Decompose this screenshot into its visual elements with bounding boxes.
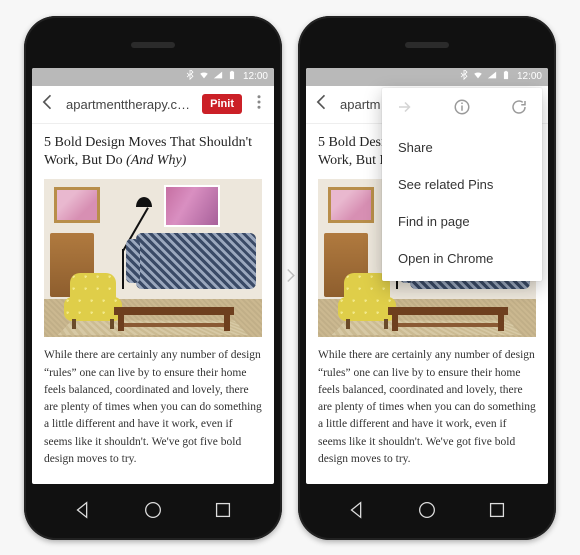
article-body: While there are certainly any number of … — [44, 347, 262, 468]
back-button[interactable] — [312, 92, 332, 117]
wifi-icon — [199, 70, 209, 83]
menu-item-related-pins[interactable]: See related Pins — [382, 166, 542, 203]
battery-icon — [501, 70, 511, 83]
nav-back-icon[interactable] — [346, 499, 368, 526]
menu-item-find-in-page[interactable]: Find in page — [382, 203, 542, 240]
back-button[interactable] — [38, 92, 58, 117]
wifi-icon — [473, 70, 483, 83]
chevron-right-icon — [281, 266, 299, 289]
status-time: 12:00 — [243, 71, 268, 82]
nav-recent-icon[interactable] — [486, 499, 508, 526]
browser-toolbar: apartmenttherapy.com Pinit — [32, 86, 274, 124]
screen-right: 12:00 apartm 5 Bold Design Moves That Sh… — [306, 68, 548, 484]
bluetooth-icon — [459, 70, 469, 83]
bluetooth-icon — [185, 70, 195, 83]
pinit-button[interactable]: Pinit — [202, 94, 242, 114]
nav-recent-icon[interactable] — [212, 499, 234, 526]
phone-right: 12:00 apartm 5 Bold Design Moves That Sh… — [298, 16, 556, 540]
url-domain[interactable]: apartmenttherapy.com — [66, 97, 194, 112]
phone-speaker — [131, 42, 175, 48]
nav-home-icon[interactable] — [416, 499, 438, 526]
signal-icon — [487, 70, 497, 83]
overflow-menu-button[interactable] — [250, 93, 268, 116]
battery-icon — [227, 70, 237, 83]
menu-icon-row — [382, 88, 542, 129]
refresh-icon[interactable] — [510, 98, 528, 121]
status-time: 12:00 — [517, 71, 542, 82]
android-navbar — [298, 499, 556, 526]
article-headline: 5 Bold Design Moves That Shouldn't Work,… — [44, 134, 262, 172]
nav-home-icon[interactable] — [142, 499, 164, 526]
article-body: While there are certainly any number of … — [318, 347, 536, 468]
info-icon[interactable] — [453, 98, 471, 121]
overflow-menu: Share See related Pins Find in page Open… — [382, 88, 542, 281]
phone-speaker — [405, 42, 449, 48]
article-hero-image — [44, 179, 262, 337]
screen-left: 12:00 apartmenttherapy.com Pinit 5 Bold … — [32, 68, 274, 484]
status-bar: 12:00 — [32, 68, 274, 86]
headline-paren: (And Why) — [126, 153, 186, 168]
page-content: 5 Bold Design Moves That Shouldn't Work,… — [32, 124, 274, 484]
nav-back-icon[interactable] — [72, 499, 94, 526]
menu-item-share[interactable]: Share — [382, 129, 542, 166]
status-bar: 12:00 — [306, 68, 548, 86]
signal-icon — [213, 70, 223, 83]
forward-icon — [396, 98, 414, 121]
phone-left: 12:00 apartmenttherapy.com Pinit 5 Bold … — [24, 16, 282, 540]
android-navbar — [24, 499, 282, 526]
menu-item-open-in-chrome[interactable]: Open in Chrome — [382, 240, 542, 277]
